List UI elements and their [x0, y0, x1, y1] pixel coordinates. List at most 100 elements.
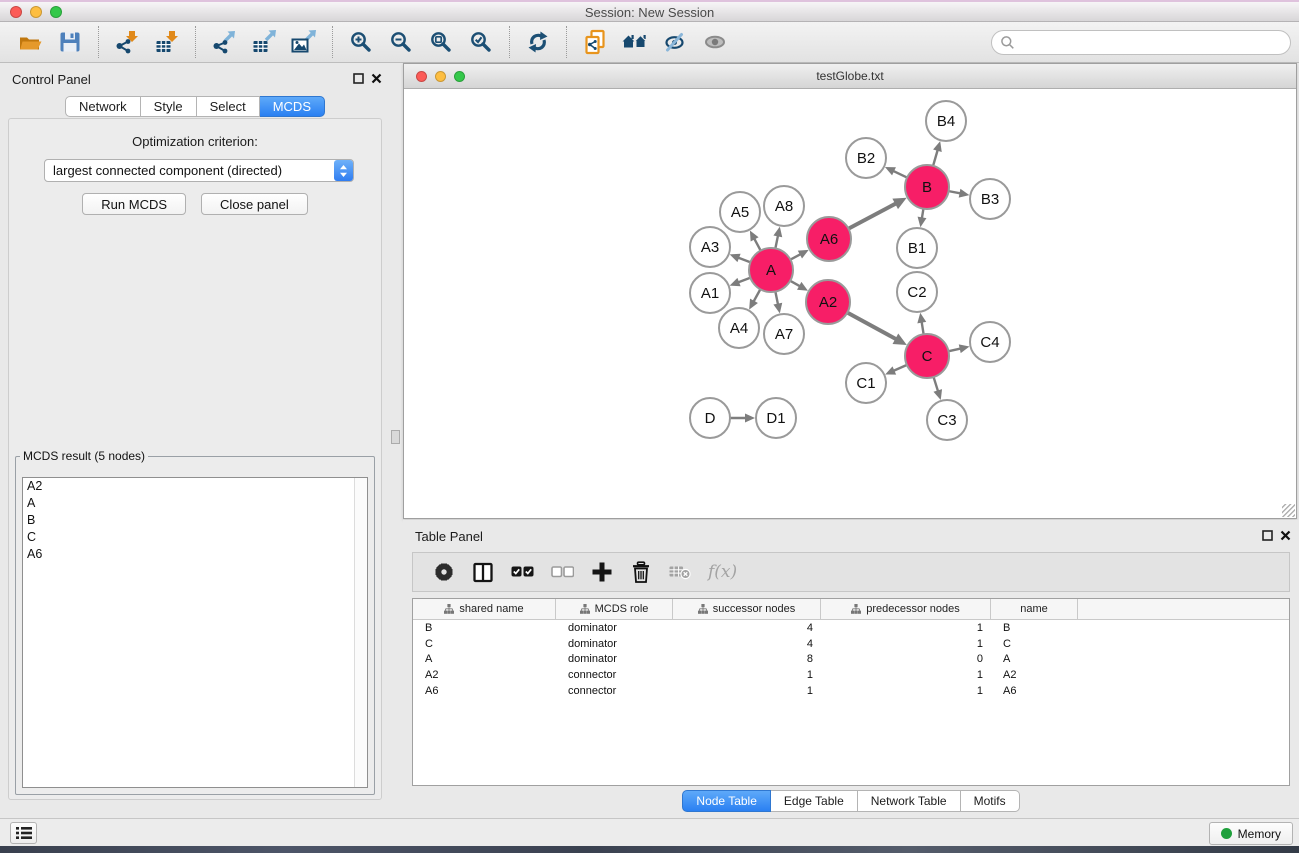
tab-select[interactable]: Select: [197, 96, 260, 117]
zoom-in-button[interactable]: [341, 24, 381, 60]
column-header-MCDS-role[interactable]: MCDS role: [556, 599, 673, 619]
column-header-name[interactable]: name: [991, 599, 1078, 619]
panel-splitter-handle[interactable]: [391, 430, 400, 444]
export-network-button[interactable]: [204, 24, 244, 60]
criterion-select[interactable]: largest connected component (directed): [44, 159, 354, 182]
table-row[interactable]: A2connector11A2: [413, 667, 1289, 683]
delete-table-icon: [669, 563, 691, 581]
zoom-fit-button[interactable]: [421, 24, 461, 60]
mcds-result-title: MCDS result (5 nodes): [20, 449, 148, 463]
toolbar-separator: [509, 26, 510, 58]
graph-edge-A6-B[interactable]: [847, 203, 897, 230]
show-all-networks-button[interactable]: [615, 24, 655, 60]
zoom-selected-button[interactable]: [461, 24, 501, 60]
show-hidden-button[interactable]: [695, 24, 735, 60]
hide-unhide-button[interactable]: [655, 24, 695, 60]
edge-arrowhead: [745, 414, 755, 423]
table-cell: dominator: [556, 653, 673, 665]
import-table-button[interactable]: [147, 24, 187, 60]
list-item[interactable]: A: [23, 495, 367, 512]
table-cell: B: [991, 622, 1078, 634]
select-all-icon: [511, 566, 534, 578]
table-cell: 8: [673, 653, 821, 665]
network-window-titlebar[interactable]: testGlobe.txt: [404, 64, 1296, 89]
node-label-A5: A5: [731, 204, 749, 221]
function-builder-button[interactable]: f(x): [708, 562, 737, 582]
tab-edge-table[interactable]: Edge Table: [771, 790, 858, 812]
list-item[interactable]: A2: [23, 478, 367, 495]
desktop-wallpaper-strip: [0, 846, 1299, 853]
node-label-B1: B1: [908, 240, 926, 257]
table-cell: A2: [991, 669, 1078, 681]
tab-motifs[interactable]: Motifs: [961, 790, 1020, 812]
float-panel-icon[interactable]: [1262, 530, 1273, 541]
save-session-button[interactable]: [50, 24, 90, 60]
graph-edge-A2-C[interactable]: [846, 312, 898, 340]
close-panel-icon[interactable]: [1280, 530, 1291, 541]
duplicate-network-icon: [583, 29, 607, 55]
table-panel: Table Panel: [403, 520, 1299, 817]
eye-icon: [703, 32, 727, 52]
memory-button[interactable]: Memory: [1209, 822, 1293, 845]
show-columns-button[interactable]: [472, 562, 494, 583]
task-history-button[interactable]: [10, 822, 37, 844]
network-canvas[interactable]: AA1A2A3A4A5A6A7A8BB1B2B3B4CC1C2C3C4DD1: [404, 89, 1296, 518]
duplicate-network-button[interactable]: [575, 24, 615, 60]
columns-icon: [472, 562, 494, 583]
zoom-selected-icon: [470, 31, 492, 53]
search-input[interactable]: [1020, 33, 1290, 53]
node-label-B2: B2: [857, 150, 875, 167]
table-row[interactable]: A6connector11A6: [413, 683, 1289, 699]
node-label-C4: C4: [980, 334, 999, 351]
column-header-successor-nodes[interactable]: successor nodes: [673, 599, 821, 619]
export-table-icon: [252, 30, 276, 54]
column-header-label: successor nodes: [713, 603, 796, 615]
table-cell: 1: [821, 669, 991, 681]
edge-arrowhead: [773, 303, 782, 314]
list-item[interactable]: A6: [23, 546, 367, 563]
memory-status-icon: [1221, 828, 1232, 839]
export-table-button[interactable]: [244, 24, 284, 60]
table-row[interactable]: Adominator80A: [413, 651, 1289, 667]
run-mcds-button[interactable]: Run MCDS: [82, 193, 186, 215]
table-cell: A6: [413, 685, 556, 697]
zoom-out-button[interactable]: [381, 24, 421, 60]
table-cell: C: [991, 638, 1078, 650]
export-image-button[interactable]: [284, 24, 324, 60]
open-session-button[interactable]: [10, 24, 50, 60]
mcds-result-list[interactable]: A2ABCA6: [22, 477, 368, 788]
delete-table-button[interactable]: [669, 563, 691, 581]
table-row[interactable]: Cdominator41C: [413, 636, 1289, 652]
column-header-shared-name[interactable]: shared name: [413, 599, 556, 619]
select-all-rows-button[interactable]: [511, 566, 534, 578]
list-item[interactable]: C: [23, 529, 367, 546]
edge-arrowhead: [959, 344, 970, 353]
edge-arrowhead: [933, 389, 942, 400]
edge-arrowhead: [773, 227, 782, 238]
node-label-C3: C3: [937, 412, 956, 429]
import-network-button[interactable]: [107, 24, 147, 60]
tab-node-table[interactable]: Node Table: [682, 790, 771, 812]
close-panel-button[interactable]: Close panel: [201, 193, 308, 215]
deselect-all-rows-button[interactable]: [551, 566, 574, 578]
edge-arrowhead: [959, 189, 970, 198]
table-cell: 4: [673, 622, 821, 634]
list-scrollbar[interactable]: [354, 478, 367, 787]
table-panel-title: Table Panel: [415, 529, 483, 544]
tab-style[interactable]: Style: [141, 96, 197, 117]
create-column-button[interactable]: [591, 561, 613, 583]
table-cell: 0: [821, 653, 991, 665]
column-header-predecessor-nodes[interactable]: predecessor nodes: [821, 599, 991, 619]
delete-column-button[interactable]: [630, 561, 652, 584]
tab-network[interactable]: Network: [65, 96, 141, 117]
table-settings-button[interactable]: [433, 561, 455, 583]
close-panel-icon[interactable]: [371, 73, 382, 84]
tab-mcds[interactable]: MCDS: [260, 96, 325, 117]
resize-grip[interactable]: [1282, 504, 1295, 517]
list-item[interactable]: B: [23, 512, 367, 529]
refresh-view-button[interactable]: [518, 24, 558, 60]
float-panel-icon[interactable]: [353, 73, 364, 84]
table-row[interactable]: Bdominator41B: [413, 620, 1289, 636]
tab-network-table[interactable]: Network Table: [858, 790, 961, 812]
node-label-A8: A8: [775, 198, 793, 215]
